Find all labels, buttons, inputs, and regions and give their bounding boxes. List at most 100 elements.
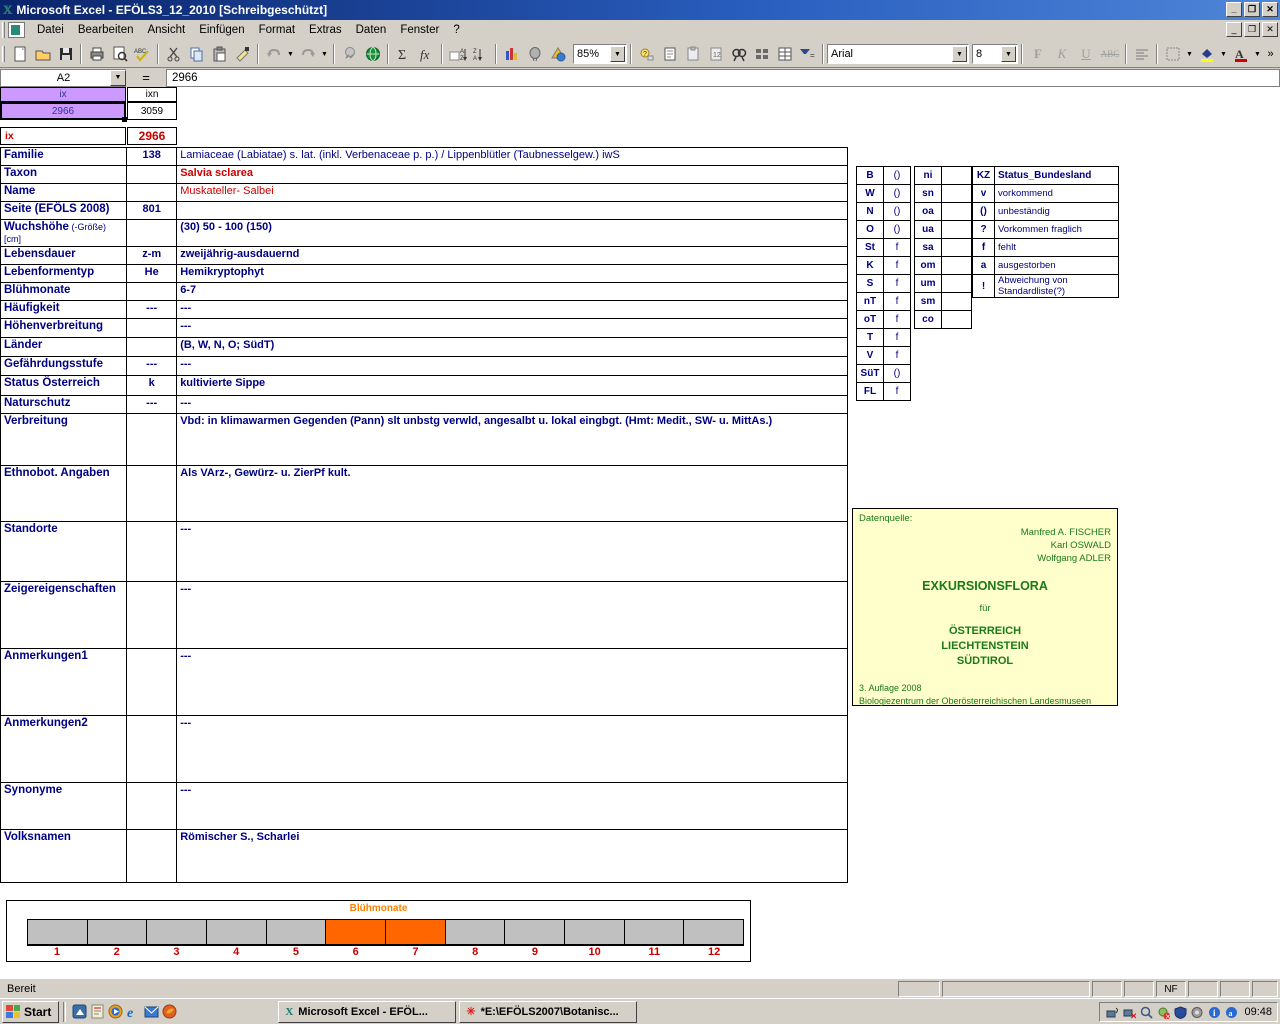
- undo-dropdown-icon[interactable]: ▼: [285, 43, 296, 65]
- table-row[interactable]: Name Muskateller- Salbei: [0, 183, 848, 202]
- ix-number-cell[interactable]: 2966: [127, 127, 177, 145]
- spellcheck-icon[interactable]: ABC: [131, 43, 154, 65]
- help-assistant-icon[interactable]: ?: [635, 43, 658, 65]
- bluehmonate-chart[interactable]: Blühmonate 1 2 3 4 5 6 7 8 9 10 11 12: [6, 900, 751, 962]
- paste-icon[interactable]: [208, 43, 231, 65]
- shield-icon[interactable]: [1173, 1005, 1187, 1019]
- doc-restore-button[interactable]: ❐: [1244, 22, 1260, 37]
- menu-item-daten[interactable]: Daten: [349, 22, 394, 38]
- menu-item-fenster[interactable]: Fenster: [393, 22, 446, 38]
- clipboard-2-icon[interactable]: 12: [704, 43, 727, 65]
- table-row[interactable]: Gefährdungsstufe --- ---: [0, 356, 848, 376]
- print-icon[interactable]: [85, 43, 108, 65]
- drawing-icon[interactable]: [523, 43, 546, 65]
- minimize-button[interactable]: _: [1226, 2, 1242, 17]
- search-icon[interactable]: [1139, 1005, 1153, 1019]
- doc-minimize-button[interactable]: _: [1226, 22, 1242, 37]
- italic-button[interactable]: K: [1050, 43, 1074, 65]
- firefox-icon[interactable]: [160, 1003, 178, 1021]
- formula-equals-icon[interactable]: =: [126, 70, 166, 85]
- table-row[interactable]: Lebenformentyp He Hemikryptophyt: [0, 264, 848, 283]
- menu-item-format[interactable]: Format: [252, 22, 302, 38]
- table-row[interactable]: Tf: [856, 328, 911, 347]
- table-row[interactable]: ni: [914, 166, 972, 185]
- table-row[interactable]: () unbeständig: [972, 202, 1119, 221]
- hyperlink-icon[interactable]: [338, 43, 361, 65]
- doc-close-button[interactable]: ✕: [1262, 22, 1278, 37]
- menu-item-help[interactable]: ?: [446, 22, 466, 38]
- table-row[interactable]: FL f: [856, 382, 911, 401]
- volume-icon[interactable]: [1190, 1005, 1204, 1019]
- table-row[interactable]: SüT(): [856, 364, 911, 383]
- table-row[interactable]: f fehlt: [972, 238, 1119, 257]
- table-row[interactable]: W(): [856, 184, 911, 203]
- outlook-icon[interactable]: [142, 1003, 160, 1021]
- restore-button[interactable]: ❐: [1244, 2, 1260, 17]
- table-row[interactable]: Zeigereigenschaften ---: [0, 581, 848, 649]
- chevron-down-icon-namebox[interactable]: ▼: [110, 69, 126, 86]
- table-row[interactable]: Häufigkeit --- ---: [0, 300, 848, 319]
- filter-icon[interactable]: =: [796, 43, 819, 65]
- table-row[interactable]: Standorte ---: [0, 521, 848, 582]
- web-icon[interactable]: [361, 43, 384, 65]
- table-row[interactable]: Status Österreich k kultivierte Sippe: [0, 375, 848, 396]
- table-row[interactable]: Sf: [856, 274, 911, 293]
- underline-button[interactable]: U: [1074, 43, 1098, 65]
- bold-button[interactable]: F: [1026, 43, 1050, 65]
- table-row[interactable]: O(): [856, 220, 911, 239]
- table-row[interactable]: Höhenverbreitung ---: [0, 318, 848, 338]
- worksheet-area[interactable]: ix ixn 2966 3059 ix 2966 Familie 138 Lam…: [0, 87, 1280, 978]
- table-row[interactable]: Volksnamen Römischer S., Scharlei: [0, 829, 848, 883]
- sort-ascending-icon[interactable]: AZ: [446, 43, 469, 65]
- formula-input[interactable]: 2966: [166, 68, 1280, 87]
- adobe-icon[interactable]: a: [1224, 1005, 1238, 1019]
- table-row[interactable]: Verbreitung Vbd: in klimawarmen Gegenden…: [0, 413, 848, 466]
- map-icon[interactable]: [546, 43, 569, 65]
- font-size-combo[interactable]: 8 ▼: [972, 44, 1018, 64]
- undo-icon[interactable]: [262, 43, 285, 65]
- table-row[interactable]: a ausgestorben: [972, 256, 1119, 275]
- fill-color-icon[interactable]: [1195, 43, 1218, 65]
- fill-color-dropdown-icon[interactable]: ▼: [1218, 43, 1229, 65]
- table-row[interactable]: Anmerkungen1 ---: [0, 648, 848, 716]
- table-row[interactable]: sa: [914, 238, 972, 257]
- table-row[interactable]: oa: [914, 202, 972, 221]
- task-button-document[interactable]: ✳ *E:\EFÖLS2007\Botanisc...: [459, 1000, 638, 1023]
- chevron-down-icon-font[interactable]: ▼: [952, 46, 967, 62]
- table-row[interactable]: um: [914, 274, 972, 293]
- font-name-combo[interactable]: Arial ▼: [827, 44, 969, 64]
- new-icon[interactable]: [8, 43, 31, 65]
- task-button-excel[interactable]: X Microsoft Excel - EFÖL...: [278, 1000, 457, 1023]
- table-row[interactable]: Taxon Salvia sclarea: [0, 165, 848, 184]
- ixn-header-cell[interactable]: ixn: [127, 87, 177, 102]
- menu-item-einfuegen[interactable]: Einfügen: [192, 22, 251, 38]
- find-icon[interactable]: [727, 43, 750, 65]
- table-row[interactable]: sn: [914, 184, 972, 203]
- table-row[interactable]: Ethnobot. Angaben Als VArz-, Gewürz- u. …: [0, 465, 848, 522]
- close-button[interactable]: ✕: [1262, 2, 1278, 17]
- table-row[interactable]: co: [914, 310, 972, 329]
- print-preview-icon[interactable]: [108, 43, 131, 65]
- ix-value-cell[interactable]: 2966: [0, 102, 126, 120]
- table-row[interactable]: B(): [856, 166, 911, 185]
- chevron-down-icon-size[interactable]: ▼: [1001, 46, 1016, 62]
- clipboard-task-icon[interactable]: [681, 43, 704, 65]
- copy-icon[interactable]: [185, 43, 208, 65]
- chevron-down-icon[interactable]: ▼: [610, 46, 625, 62]
- redo-dropdown-icon[interactable]: ▼: [319, 43, 330, 65]
- table-row[interactable]: Kf: [856, 256, 911, 275]
- info-icon[interactable]: i: [1207, 1005, 1221, 1019]
- table-row[interactable]: nT f: [856, 292, 911, 311]
- table-row[interactable]: Vf: [856, 346, 911, 365]
- media-player-icon[interactable]: [106, 1003, 124, 1021]
- table-icon[interactable]: [773, 43, 796, 65]
- selection-fill-handle[interactable]: [122, 117, 127, 122]
- notes-icon[interactable]: [88, 1003, 106, 1021]
- table-row[interactable]: Synonyme ---: [0, 782, 848, 830]
- toolbar-overflow-icon[interactable]: »: [1265, 43, 1276, 65]
- grid-icon[interactable]: [750, 43, 773, 65]
- function-icon[interactable]: fx: [415, 43, 438, 65]
- open-icon[interactable]: [31, 43, 54, 65]
- save-icon[interactable]: [54, 43, 77, 65]
- network-icon[interactable]: [1105, 1005, 1119, 1019]
